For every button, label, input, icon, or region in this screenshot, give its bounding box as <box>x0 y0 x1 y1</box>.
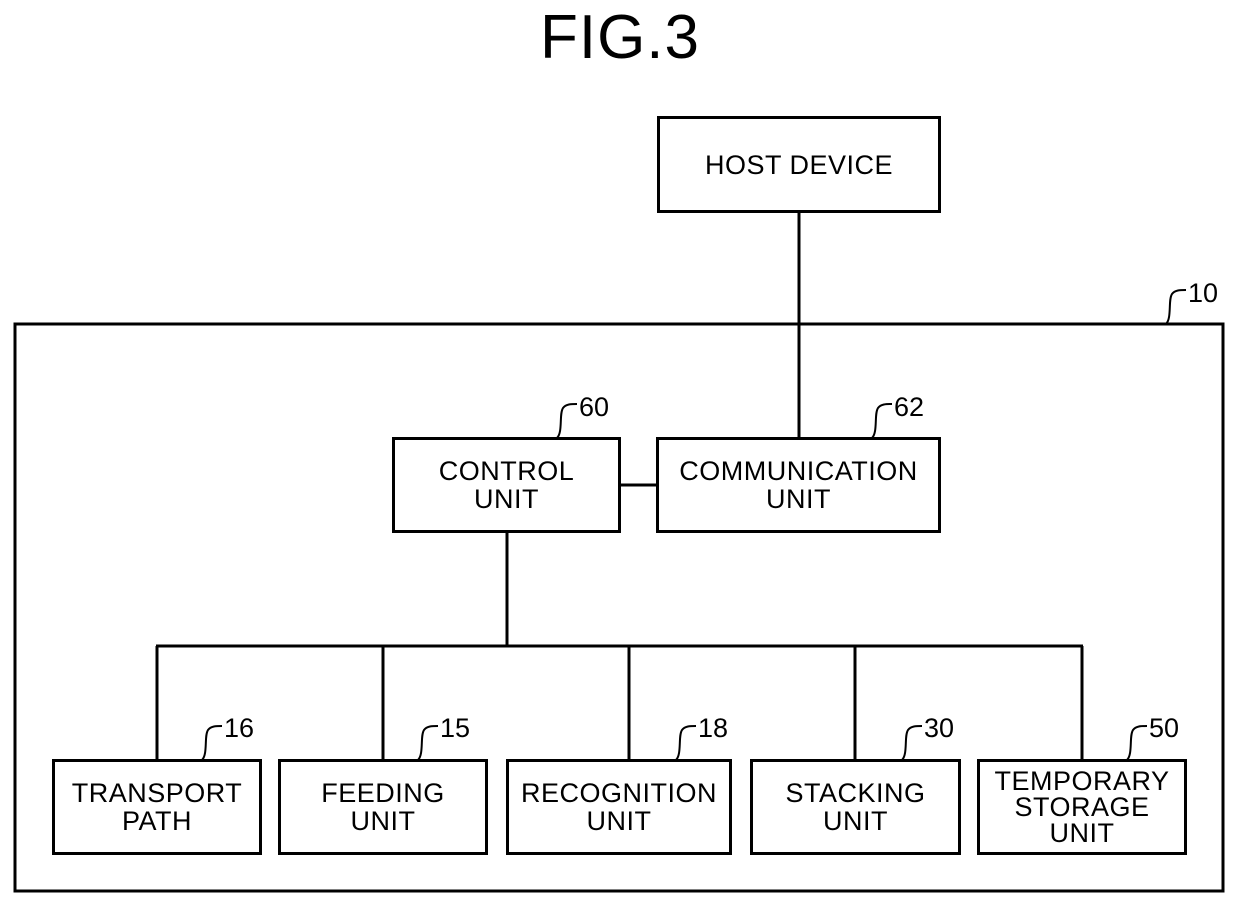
recognition-unit-box: RECOGNITION UNIT <box>506 759 732 855</box>
system-ref-label: 10 <box>1188 278 1219 308</box>
stacking-unit-box: STACKING UNIT <box>750 759 961 855</box>
transport-path-box: TRANSPORT PATH <box>52 759 262 855</box>
communication-ref-label: 62 <box>894 392 925 422</box>
leader-16 <box>201 725 223 761</box>
leader-18 <box>675 725 697 761</box>
temporary-storage-unit-box: TEMPORARY STORAGE UNIT <box>977 759 1187 855</box>
leader-60 <box>556 403 578 439</box>
leader-15 <box>417 725 439 761</box>
temporary-storage-unit-ref-label: 50 <box>1149 713 1180 743</box>
communication-unit-box: COMMUNICATION UNIT <box>656 437 941 533</box>
leader-10 <box>1165 289 1187 325</box>
control-ref-label: 60 <box>579 392 610 422</box>
feeding-unit-box: FEEDING UNIT <box>278 759 488 855</box>
transport-path-ref-label: 16 <box>224 713 255 743</box>
leader-30 <box>901 725 923 761</box>
leader-62 <box>871 403 893 439</box>
stacking-unit-ref-label: 30 <box>924 713 955 743</box>
leader-50 <box>1126 725 1148 761</box>
host-device-box: HOST DEVICE <box>657 116 941 213</box>
control-unit-box: CONTROL UNIT <box>392 437 621 533</box>
recognition-unit-ref-label: 18 <box>698 713 729 743</box>
feeding-unit-ref-label: 15 <box>440 713 471 743</box>
